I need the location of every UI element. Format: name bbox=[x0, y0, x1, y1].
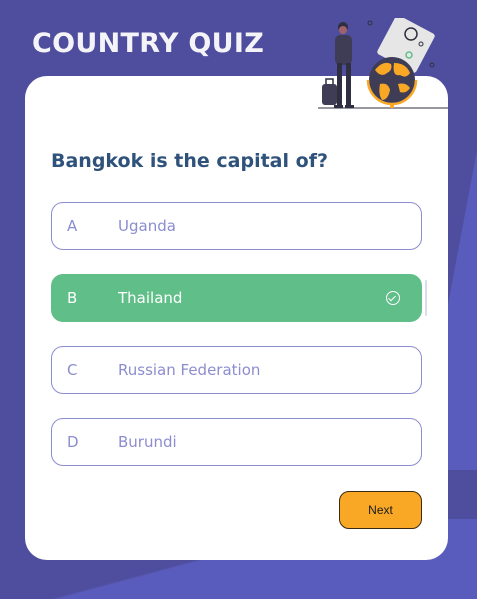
answer-option-c[interactable]: C Russian Federation bbox=[51, 346, 422, 394]
quiz-title: COUNTRY QUIZ bbox=[32, 28, 265, 59]
traveler-globe-illustration-icon bbox=[318, 18, 448, 109]
check-circle-icon bbox=[386, 291, 400, 305]
option-label: Thailand bbox=[118, 289, 183, 307]
option-label: Russian Federation bbox=[118, 361, 261, 379]
option-label: Uganda bbox=[118, 217, 176, 235]
option-letter: D bbox=[67, 433, 79, 451]
answer-option-d[interactable]: D Burundi bbox=[51, 418, 422, 466]
option-letter: B bbox=[67, 289, 78, 307]
question-text: Bangkok is the capital of? bbox=[51, 150, 328, 172]
next-button[interactable]: Next bbox=[339, 491, 422, 529]
option-letter: A bbox=[67, 217, 78, 235]
option-label: Burundi bbox=[118, 433, 177, 451]
option-letter: C bbox=[67, 361, 78, 379]
answer-option-b[interactable]: B Thailand bbox=[51, 274, 422, 322]
option-scroll-indicator bbox=[425, 280, 427, 316]
answer-option-a[interactable]: A Uganda bbox=[51, 202, 422, 250]
